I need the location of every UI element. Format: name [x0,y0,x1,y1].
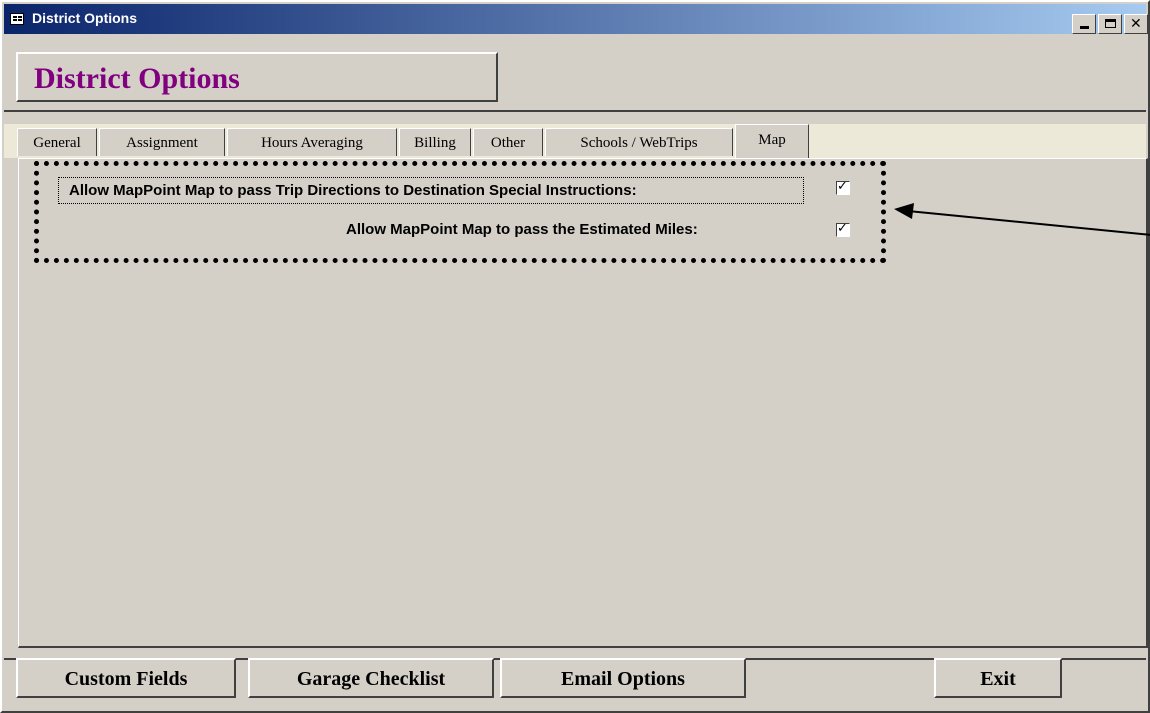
close-icon[interactable] [1124,14,1148,34]
title-bar[interactable]: District Options [4,4,1146,34]
estimated-miles-checkbox[interactable] [836,221,850,237]
window-title: District Options [32,10,138,26]
trip-directions-checkbox[interactable] [836,179,850,195]
trip-directions-option-label: Allow MapPoint Map to pass Trip Directio… [58,177,804,204]
estimated-miles-option-label: Allow MapPoint Map to pass the Estimated… [346,221,698,238]
header-divider [4,110,1146,112]
page-title: District Options [34,62,240,95]
tab-hours-averaging[interactable]: Hours Averaging [227,128,397,156]
tab-other[interactable]: Other [473,128,543,156]
tab-map[interactable]: Map [735,124,809,158]
tab-billing[interactable]: Billing [399,128,471,156]
form-icon [10,13,24,25]
maximize-icon[interactable] [1098,14,1122,34]
annotation-arrow [894,203,1150,236]
tab-general[interactable]: General [17,128,97,156]
garage-checklist-button[interactable]: Garage Checklist [248,658,494,698]
tab-schools-webtrips[interactable]: Schools / WebTrips [545,128,733,156]
custom-fields-button[interactable]: Custom Fields [16,658,236,698]
district-options-window: District Options District Options Genera… [0,0,1150,713]
exit-button[interactable]: Exit [934,658,1062,698]
tab-assignment[interactable]: Assignment [99,128,225,156]
minimize-icon[interactable] [1072,14,1096,34]
page-title-box: District Options [16,52,498,102]
email-options-button[interactable]: Email Options [500,658,746,698]
